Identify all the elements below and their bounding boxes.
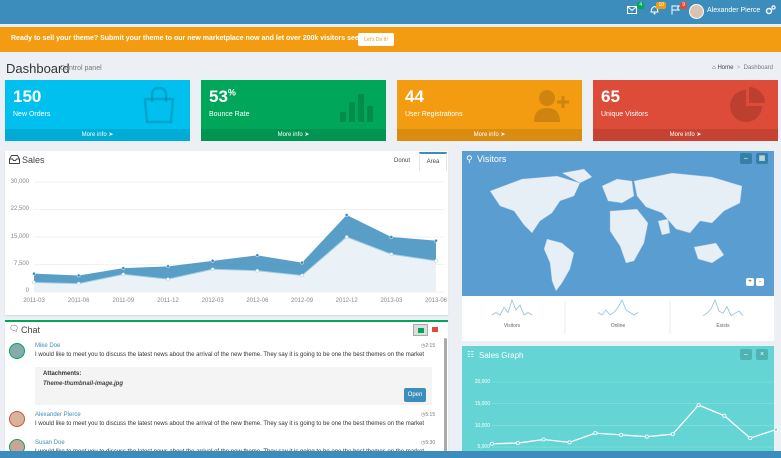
data-point[interactable] bbox=[774, 427, 779, 432]
data-point[interactable] bbox=[748, 436, 753, 441]
data-point[interactable] bbox=[541, 437, 546, 442]
data-point[interactable] bbox=[696, 403, 701, 408]
data-point[interactable] bbox=[489, 441, 494, 446]
bottom-bar bbox=[0, 451, 781, 458]
data-point[interactable] bbox=[644, 434, 649, 439]
data-point[interactable] bbox=[670, 432, 675, 437]
data-point[interactable] bbox=[567, 440, 572, 445]
data-point[interactable] bbox=[593, 431, 598, 436]
data-point[interactable] bbox=[515, 441, 520, 446]
data-point[interactable] bbox=[619, 432, 624, 437]
sales-graph-line-chart bbox=[489, 381, 779, 448]
sales-line bbox=[491, 404, 777, 445]
data-point[interactable] bbox=[722, 413, 727, 418]
